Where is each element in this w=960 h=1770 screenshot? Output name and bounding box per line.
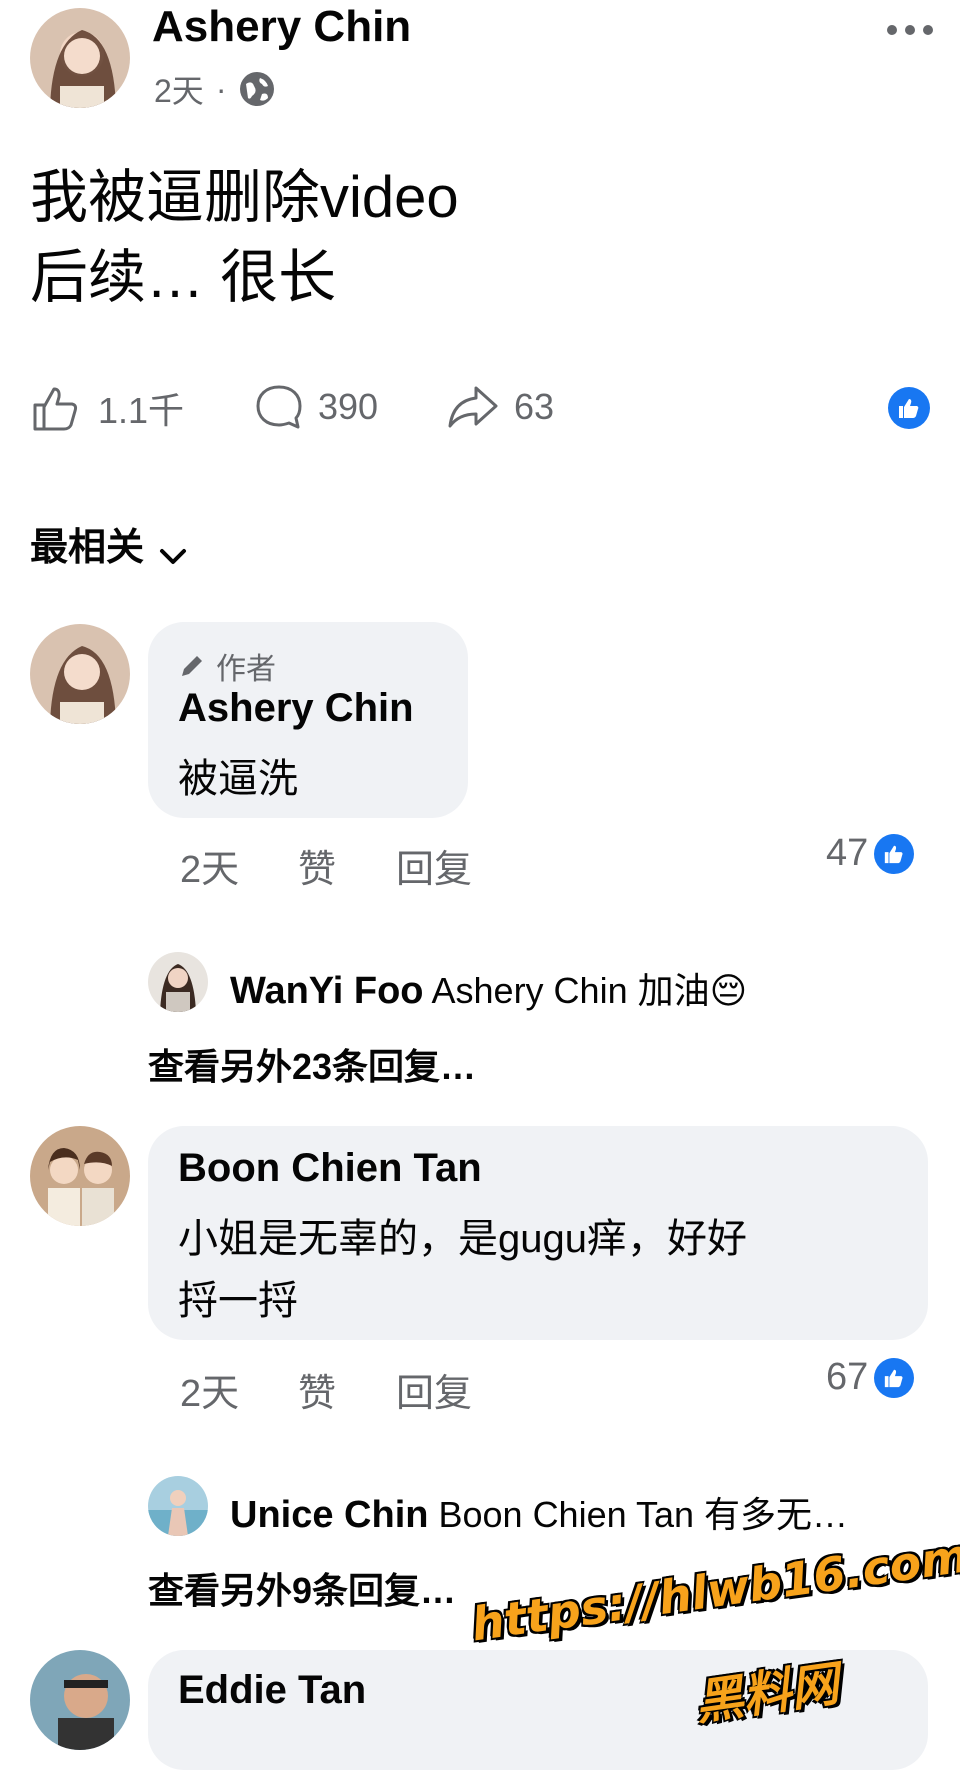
watermark-url: https://hlwb16.com <box>468 1528 960 1652</box>
view-more-replies[interactable]: 查看另外9条回复… <box>148 1562 456 1614</box>
comment-like-button[interactable]: 赞 <box>298 1362 396 1417</box>
comment-author[interactable]: Eddie Tan <box>178 1668 366 1713</box>
like-reaction-icon <box>874 833 915 874</box>
reply-author[interactable]: Unice Chin <box>230 1494 428 1536</box>
comment-time: 2天 <box>180 849 240 891</box>
comment-bubble[interactable]: Boon Chien Tan 小姐是无辜的，是gugu痒，好好 捋一捋 <box>148 1126 928 1340</box>
author-badge-label: 作者 <box>216 653 276 686</box>
reply-preview[interactable]: WanYi Foo Ashery Chin 加油😔 <box>230 962 747 1014</box>
comment-bubble-icon <box>254 382 304 432</box>
reaction-count-value: 67 <box>826 1356 869 1398</box>
comment-avatar[interactable] <box>30 1126 130 1226</box>
like-count: 1.1千 <box>98 390 185 431</box>
comment-text-line1: 小姐是无辜的，是gugu痒，好好 <box>178 1217 747 1261</box>
thumbs-up-icon <box>30 383 80 433</box>
like-reaction-icon[interactable] <box>888 387 930 429</box>
comment-reply-button[interactable]: 回复 <box>396 1362 472 1417</box>
post-author-avatar[interactable] <box>30 8 130 108</box>
comment-time: 2天 <box>180 1373 240 1415</box>
comment-like-button[interactable]: 赞 <box>298 838 396 893</box>
author-badge: 作者 <box>178 644 276 688</box>
reply-text: Ashery Chin 加油😔 <box>431 970 748 1011</box>
pencil-icon <box>178 652 206 680</box>
comment-count: 390 <box>318 386 379 427</box>
comment-author[interactable]: Ashery Chin <box>178 686 414 731</box>
comment-reaction-count[interactable]: 67 <box>826 1356 915 1399</box>
view-more-replies[interactable]: 查看另外23条回复… <box>148 1038 476 1090</box>
reply-text: Boon Chien Tan 有多无… <box>438 1494 849 1535</box>
reply-author[interactable]: WanYi Foo <box>230 970 424 1012</box>
comment-avatar[interactable] <box>30 1650 130 1750</box>
comment-text: 被逼洗 <box>178 757 298 801</box>
comment-author[interactable]: Boon Chien Tan <box>178 1146 482 1191</box>
post-text-line2: 后续… 很长 <box>30 245 337 310</box>
sort-dropdown[interactable]: 最相关 <box>30 516 188 571</box>
meta-dot: · <box>215 70 227 107</box>
comment-action[interactable]: 390 <box>254 382 378 432</box>
share-action[interactable]: 63 <box>446 382 554 432</box>
post-meta: 2天 · <box>154 66 276 112</box>
comment-reaction-count[interactable]: 47 <box>826 832 915 875</box>
comment-actions: 2天 赞 回复 <box>180 1362 472 1417</box>
share-count: 63 <box>514 386 555 427</box>
comment-avatar[interactable] <box>30 624 130 724</box>
comment-text-line2: 捋一捋 <box>178 1279 298 1323</box>
like-reaction-icon <box>874 1357 915 1398</box>
post-author-name[interactable]: Ashery Chin <box>152 2 411 52</box>
reaction-count-value: 47 <box>826 832 869 874</box>
comment-bubble[interactable]: 作者 Ashery Chin 被逼洗 <box>148 622 468 818</box>
reply-preview[interactable]: Unice Chin Boon Chien Tan 有多无… <box>230 1486 848 1538</box>
post-text-line1: 我被逼删除video <box>30 165 459 230</box>
reply-avatar[interactable] <box>148 952 208 1012</box>
post-text: 我被逼删除video 后续… 很长 <box>30 158 459 318</box>
like-action[interactable]: 1.1千 <box>30 382 184 434</box>
comment-text: 小姐是无辜的，是gugu痒，好好 捋一捋 <box>178 1208 747 1332</box>
share-arrow-icon <box>446 382 500 432</box>
comment-actions: 2天 赞 回复 <box>180 838 472 893</box>
post-time[interactable]: 2天 <box>154 66 204 112</box>
globe-icon <box>238 70 276 108</box>
sort-label: 最相关 <box>30 527 145 569</box>
comment-reply-button[interactable]: 回复 <box>396 838 472 893</box>
chevron-down-icon <box>158 534 188 564</box>
reply-avatar[interactable] <box>148 1476 208 1536</box>
more-options-icon[interactable] <box>884 20 936 40</box>
